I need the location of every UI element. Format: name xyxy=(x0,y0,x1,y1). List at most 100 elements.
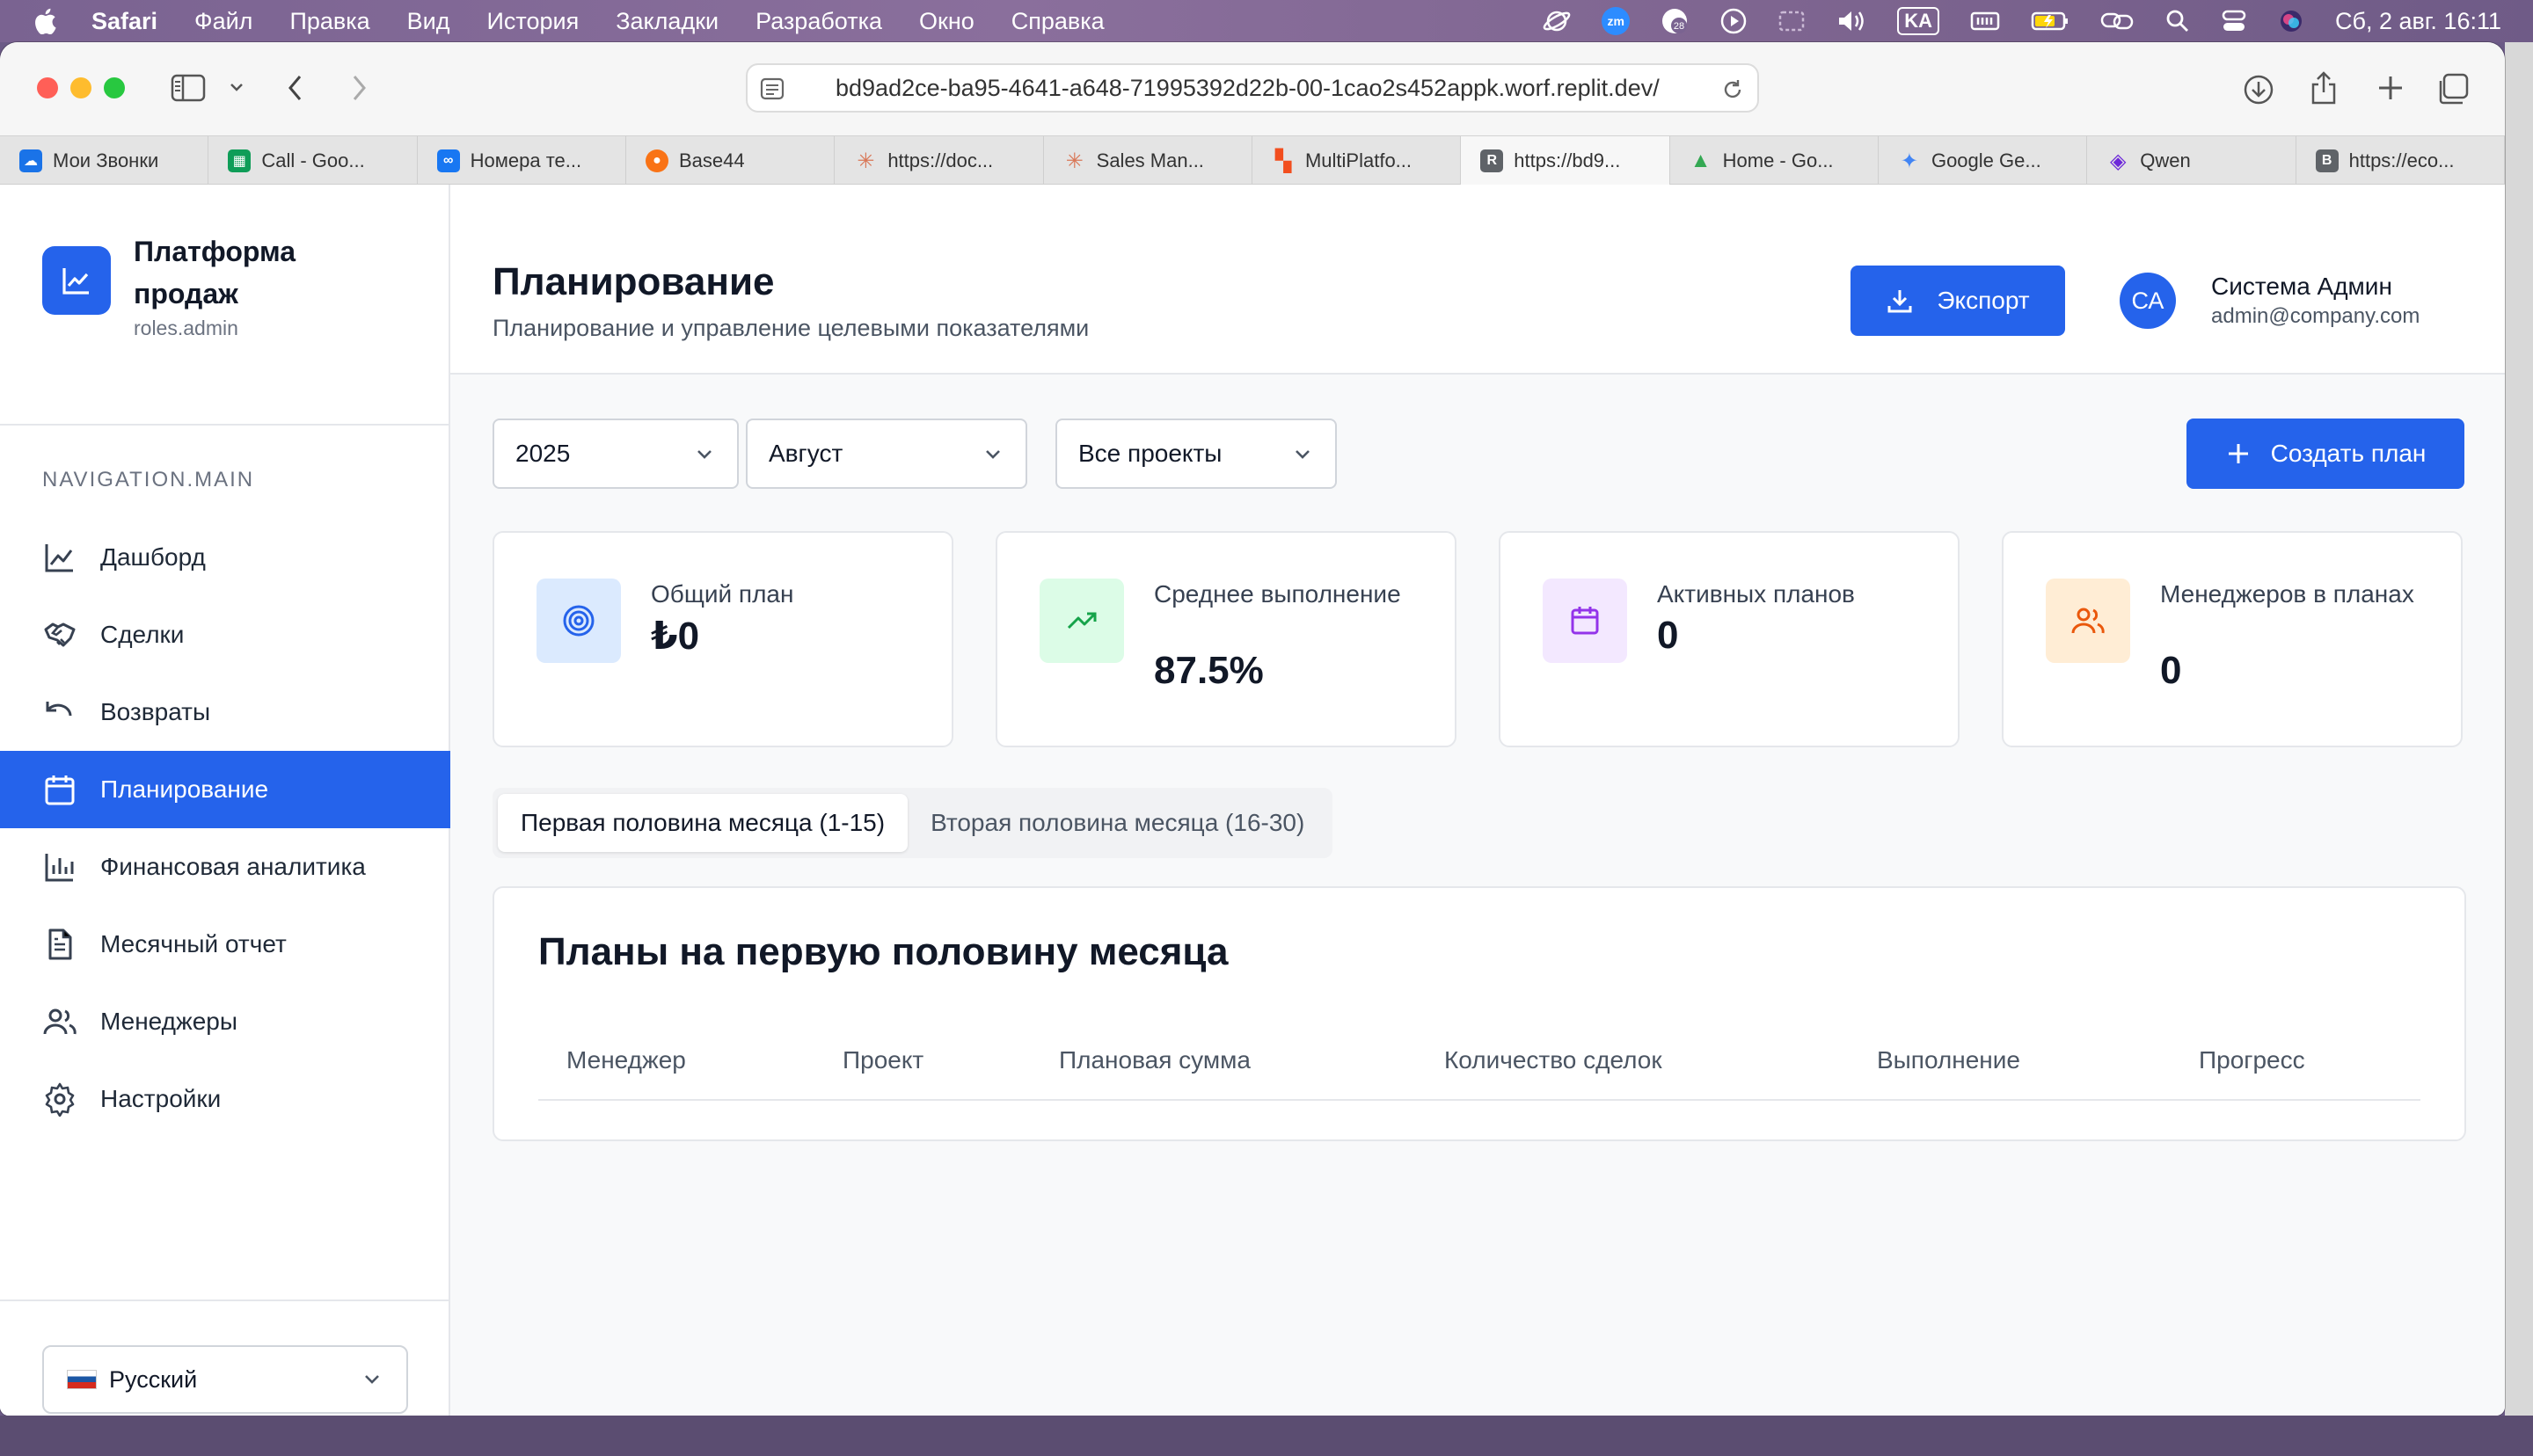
browser-tab[interactable]: ✳ https://doc... xyxy=(835,136,1044,186)
users-icon xyxy=(42,1004,77,1039)
russia-flag-icon xyxy=(67,1370,97,1389)
browser-tab[interactable]: ● Base44 xyxy=(626,136,836,186)
calendar-badge-icon[interactable]: 28 xyxy=(1660,6,1690,36)
month-select[interactable]: Август xyxy=(746,419,1027,489)
sidebar-toggle-icon[interactable] xyxy=(171,74,206,102)
background-window-edge xyxy=(0,1416,2533,1456)
export-button[interactable]: Экспорт xyxy=(1850,266,2065,336)
menu-bookmarks[interactable]: Закладки xyxy=(616,8,719,35)
browser-tab[interactable]: ☁ Мои Звонки xyxy=(0,136,209,186)
forward-arrow-icon[interactable] xyxy=(348,72,369,104)
tab-second-half[interactable]: Вторая половина месяца (16-30) xyxy=(908,794,1327,852)
chevron-down-icon xyxy=(361,1368,383,1391)
minimize-window-button[interactable] xyxy=(70,77,91,98)
sidebar-divider xyxy=(0,424,450,426)
new-tab-icon[interactable] xyxy=(2376,74,2405,102)
menu-file[interactable]: Файл xyxy=(194,8,252,35)
export-label: Экспорт xyxy=(1937,287,2030,314)
search-icon[interactable] xyxy=(2164,8,2191,34)
menu-view[interactable]: Вид xyxy=(407,8,450,35)
address-bar[interactable]: bd9ad2ce-ba95-4641-a648-71995392d22b-00-… xyxy=(746,63,1759,113)
column-header-deals-count: Количество сделок xyxy=(1444,1046,1662,1074)
calendar-icon xyxy=(42,772,77,807)
users-icon xyxy=(2046,579,2130,663)
sidebar-item-settings[interactable]: Настройки xyxy=(0,1060,450,1138)
sidebar-item-returns[interactable]: Возвраты xyxy=(0,673,450,751)
browser-toolbar: bd9ad2ce-ba95-4641-a648-71995392d22b-00-… xyxy=(0,42,2505,135)
sidebar-item-financial-analytics[interactable]: Финансовая аналитика xyxy=(0,828,450,906)
control-center-icon[interactable] xyxy=(2221,8,2247,34)
browser-tab[interactable]: ✦ Google Ge... xyxy=(1879,136,2088,186)
stat-value: 0 xyxy=(2160,649,2182,692)
menu-help[interactable]: Справка xyxy=(1011,8,1105,35)
back-arrow-icon[interactable] xyxy=(285,72,306,104)
sidebar-bottom-divider xyxy=(0,1299,450,1301)
share-icon[interactable] xyxy=(2310,70,2338,106)
close-window-button[interactable] xyxy=(37,77,58,98)
tab-label: https://eco... xyxy=(2348,149,2455,171)
undo-arrow-icon xyxy=(42,695,77,730)
background-app-edge xyxy=(2505,42,2533,1416)
volume-icon[interactable] xyxy=(1836,8,1867,34)
stat-value: ₺0 xyxy=(651,615,700,658)
browser-tab[interactable]: ◈ Qwen xyxy=(2087,136,2296,186)
tab-label: Call - Goo... xyxy=(261,149,365,171)
keyboard-layout-indicator[interactable]: KA xyxy=(1897,7,1940,35)
browser-tab[interactable]: ▲ Home - Go... xyxy=(1670,136,1879,186)
reload-icon[interactable] xyxy=(1720,77,1745,102)
planet-icon[interactable] xyxy=(1542,6,1572,36)
menu-develop[interactable]: Разработка xyxy=(756,8,882,35)
sidebar-item-deals[interactable]: Сделки xyxy=(0,596,450,673)
maximize-window-button[interactable] xyxy=(104,77,125,98)
tab-first-half[interactable]: Первая половина месяца (1-15) xyxy=(498,794,909,852)
calendar-icon xyxy=(1543,579,1627,663)
apple-icon[interactable] xyxy=(33,8,56,34)
page-menu-icon[interactable] xyxy=(760,77,785,100)
memory-icon[interactable] xyxy=(1969,10,2001,33)
menu-app-name[interactable]: Safari xyxy=(91,8,157,35)
stat-card-total-plan: Общий план ₺0 xyxy=(493,531,953,747)
year-select-value: 2025 xyxy=(515,440,571,467)
sidebar-item-monthly-report[interactable]: Месячный отчет xyxy=(0,906,450,983)
chevron-down-icon xyxy=(982,443,1004,466)
menu-window[interactable]: Окно xyxy=(919,8,975,35)
browser-tab-active[interactable]: Rhttps://bd9... xyxy=(1461,136,1670,186)
battery-icon[interactable] xyxy=(2031,11,2069,32)
browser-tab[interactable]: Bhttps://eco... xyxy=(2296,136,2505,186)
menubar-datetime[interactable]: Сб, 2 авг. 16:11 xyxy=(2335,8,2501,35)
plans-title: Планы на первую половину месяца xyxy=(538,930,1229,973)
sales-platform-app: Платформа продаж roles.admin NAVIGATION.… xyxy=(0,185,2505,1416)
address-url[interactable]: bd9ad2ce-ba95-4641-a648-71995392d22b-00-… xyxy=(836,75,1697,102)
handshake-icon xyxy=(42,617,77,652)
year-select[interactable]: 2025 xyxy=(493,419,739,489)
project-select[interactable]: Все проекты xyxy=(1055,419,1337,489)
column-header-completion: Выполнение xyxy=(1877,1046,2020,1074)
zoom-icon[interactable]: zm xyxy=(1602,7,1631,35)
language-select[interactable]: Русский xyxy=(42,1345,408,1414)
sidebar-item-managers[interactable]: Менеджеры xyxy=(0,983,450,1060)
menu-history[interactable]: История xyxy=(487,8,580,35)
sidebar-item-label: Менеджеры xyxy=(100,1008,237,1035)
browser-tab[interactable]: ▚ MultiPlatfo... xyxy=(1252,136,1462,186)
avatar[interactable]: СА xyxy=(2120,273,2176,329)
download-icon[interactable] xyxy=(2243,74,2274,106)
sidebar-item-label: Настройки xyxy=(100,1085,222,1112)
tab-label: Google Ge... xyxy=(1931,149,2041,171)
create-plan-button[interactable]: Создать план xyxy=(2186,419,2464,489)
page-header: Планирование Планирование и управление ц… xyxy=(450,185,2505,375)
siri-icon[interactable] xyxy=(2277,7,2305,35)
link-icon[interactable] xyxy=(2099,9,2135,33)
browser-tab[interactable]: ▦ Call - Goo... xyxy=(208,136,418,186)
tab-overview-icon[interactable] xyxy=(2436,72,2470,106)
chevron-down-icon[interactable] xyxy=(229,81,245,93)
browser-tab[interactable]: ✳ Sales Man... xyxy=(1044,136,1252,186)
column-header-progress: Прогресс xyxy=(2199,1046,2305,1074)
sidebar-item-planning[interactable]: Планирование xyxy=(0,751,450,828)
browser-tab[interactable]: ∞ Номера те... xyxy=(418,136,626,186)
menu-edit[interactable]: Правка xyxy=(289,8,369,35)
chevron-down-icon xyxy=(693,443,716,466)
window-icon[interactable] xyxy=(1777,9,1806,33)
sidebar-item-dashboard[interactable]: Дашборд xyxy=(0,519,450,596)
play-icon[interactable] xyxy=(1719,7,1748,35)
tab-favicon-icon: ☁ xyxy=(19,149,42,172)
